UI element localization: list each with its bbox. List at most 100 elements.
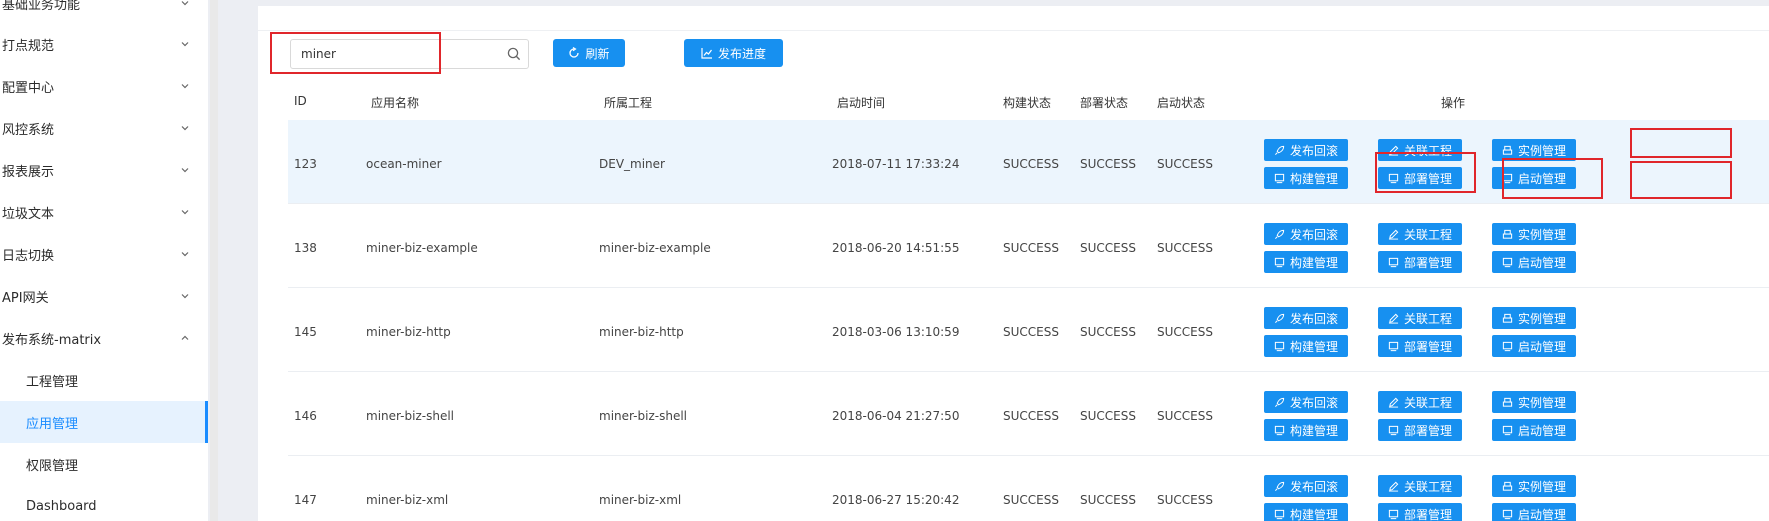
menu-label: 基础业务功能 xyxy=(2,0,81,13)
rollback-label: 发布回滚 xyxy=(1289,227,1338,242)
link-project-label: 关联工程 xyxy=(1403,395,1452,410)
menu-item-log-switch[interactable]: 日志切换 xyxy=(0,233,208,275)
cell-deploy-status: SUCCESS xyxy=(1080,241,1136,255)
search-field[interactable] xyxy=(290,39,529,69)
menu-item-api-gateway[interactable]: API网关 xyxy=(0,275,208,317)
instance-mgmt-button[interactable]: 实例管理 xyxy=(1492,223,1576,245)
instance-mgmt-label: 实例管理 xyxy=(1517,311,1566,326)
cell-deploy-status: SUCCESS xyxy=(1080,157,1136,171)
submenu-label: Dashboard xyxy=(26,498,97,514)
instance-mgmt-button[interactable]: 实例管理 xyxy=(1492,391,1576,413)
rollback-label: 发布回滚 xyxy=(1289,395,1338,410)
column-header-deploy-status: 部署状态 xyxy=(1080,96,1129,110)
cell-start-time: 2018-06-27 15:20:42 xyxy=(832,493,960,507)
deploy-mgmt-button[interactable]: 部署管理 xyxy=(1378,335,1462,357)
rollback-button[interactable]: 发布回滚 xyxy=(1264,139,1348,161)
link-project-label: 关联工程 xyxy=(1403,143,1452,158)
deploy-mgmt-label: 部署管理 xyxy=(1403,255,1452,270)
cell-start-status: SUCCESS xyxy=(1157,241,1213,255)
instance-mgmt-button[interactable]: 实例管理 xyxy=(1492,475,1576,497)
link-project-button[interactable]: 关联工程 xyxy=(1378,307,1462,329)
build-mgmt-button[interactable]: 构建管理 xyxy=(1264,503,1348,521)
menu-item-basic-business[interactable]: 基础业务功能 xyxy=(0,0,208,24)
table-row: 146 miner-biz-shell miner-biz-shell 2018… xyxy=(288,372,1769,456)
printer-icon xyxy=(1502,481,1513,491)
menu-item-risk-control[interactable]: 风控系统 xyxy=(0,107,208,149)
cell-project: miner-biz-example xyxy=(599,241,711,255)
submenu-label: 工程管理 xyxy=(26,374,79,390)
link-project-button[interactable]: 关联工程 xyxy=(1378,475,1462,497)
printer-icon xyxy=(1502,229,1513,239)
publish-progress-button[interactable]: 发布进度 xyxy=(684,39,783,67)
instance-mgmt-button[interactable]: 实例管理 xyxy=(1492,139,1576,161)
menu-item-reports[interactable]: 报表展示 xyxy=(0,149,208,191)
monitor-icon xyxy=(1388,173,1399,183)
link-project-button[interactable]: 关联工程 xyxy=(1378,139,1462,161)
table-row: 145 miner-biz-http miner-biz-http 2018-0… xyxy=(288,288,1769,372)
rollback-button[interactable]: 发布回滚 xyxy=(1264,475,1348,497)
start-mgmt-button[interactable]: 启动管理 xyxy=(1492,503,1576,521)
cell-app-name: miner-biz-xml xyxy=(366,493,449,507)
build-mgmt-button[interactable]: 构建管理 xyxy=(1264,419,1348,441)
cell-start-status: SUCCESS xyxy=(1157,493,1213,507)
menu-item-tracking-spec[interactable]: 打点规范 xyxy=(0,23,208,65)
build-mgmt-button[interactable]: 构建管理 xyxy=(1264,335,1348,357)
cell-deploy-status: SUCCESS xyxy=(1080,325,1136,339)
submenu-item-app-mgmt[interactable]: 应用管理 xyxy=(0,401,208,443)
submenu-label: 权限管理 xyxy=(26,458,79,474)
instance-mgmt-button[interactable]: 实例管理 xyxy=(1492,307,1576,329)
column-header-project: 所属工程 xyxy=(604,96,653,110)
rollback-button[interactable]: 发布回滚 xyxy=(1264,391,1348,413)
menu-item-spam-text[interactable]: 垃圾文本 xyxy=(0,191,208,233)
chevron-down-icon xyxy=(180,81,190,91)
start-mgmt-button[interactable]: 启动管理 xyxy=(1492,167,1576,189)
start-mgmt-button[interactable]: 启动管理 xyxy=(1492,335,1576,357)
column-header-start-status: 启动状态 xyxy=(1157,96,1206,110)
monitor-icon xyxy=(1502,425,1513,435)
submenu-item-dashboard[interactable]: Dashboard xyxy=(0,485,208,521)
cell-deploy-status: SUCCESS xyxy=(1080,493,1136,507)
cell-project: miner-biz-http xyxy=(599,325,684,339)
link-project-label: 关联工程 xyxy=(1403,311,1452,326)
cell-build-status: SUCCESS xyxy=(1003,409,1059,423)
build-mgmt-button[interactable]: 构建管理 xyxy=(1264,251,1348,273)
deploy-mgmt-button[interactable]: 部署管理 xyxy=(1378,503,1462,521)
search-icon[interactable] xyxy=(506,46,522,62)
sidebar-scrollbar[interactable] xyxy=(210,0,218,521)
submenu-item-project-mgmt[interactable]: 工程管理 xyxy=(0,359,208,401)
menu-label: 垃圾文本 xyxy=(2,206,55,222)
menu-item-config-center[interactable]: 配置中心 xyxy=(0,65,208,107)
link-project-button[interactable]: 关联工程 xyxy=(1378,223,1462,245)
menu-label: 发布系统-matrix xyxy=(2,332,102,348)
refresh-label: 刷新 xyxy=(585,46,610,61)
deploy-mgmt-button[interactable]: 部署管理 xyxy=(1378,251,1462,273)
printer-icon xyxy=(1502,397,1513,407)
search-input[interactable] xyxy=(291,41,491,67)
monitor-icon xyxy=(1274,509,1285,519)
cell-start-status: SUCCESS xyxy=(1157,325,1213,339)
menu-label: 报表展示 xyxy=(2,164,55,180)
chevron-down-icon xyxy=(180,0,190,8)
rollback-button[interactable]: 发布回滚 xyxy=(1264,307,1348,329)
chevron-down-icon xyxy=(180,39,190,49)
chart-icon xyxy=(701,48,712,59)
refresh-button[interactable]: 刷新 xyxy=(553,39,625,67)
cell-id: 146 xyxy=(294,409,317,423)
menu-item-release-matrix[interactable]: 发布系统-matrix xyxy=(0,317,208,359)
edit-icon xyxy=(1388,229,1399,240)
build-mgmt-button[interactable]: 构建管理 xyxy=(1264,167,1348,189)
deploy-mgmt-button[interactable]: 部署管理 xyxy=(1378,419,1462,441)
start-mgmt-button[interactable]: 启动管理 xyxy=(1492,419,1576,441)
link-project-button[interactable]: 关联工程 xyxy=(1378,391,1462,413)
deploy-mgmt-label: 部署管理 xyxy=(1403,171,1452,186)
deploy-mgmt-label: 部署管理 xyxy=(1403,339,1452,354)
build-mgmt-label: 构建管理 xyxy=(1289,255,1338,270)
rollback-button[interactable]: 发布回滚 xyxy=(1264,223,1348,245)
submenu-item-permission-mgmt[interactable]: 权限管理 xyxy=(0,443,208,485)
monitor-icon xyxy=(1502,173,1513,183)
build-mgmt-label: 构建管理 xyxy=(1289,339,1338,354)
start-mgmt-label: 启动管理 xyxy=(1517,255,1566,270)
monitor-icon xyxy=(1388,509,1399,519)
deploy-mgmt-button[interactable]: 部署管理 xyxy=(1378,167,1462,189)
start-mgmt-button[interactable]: 启动管理 xyxy=(1492,251,1576,273)
